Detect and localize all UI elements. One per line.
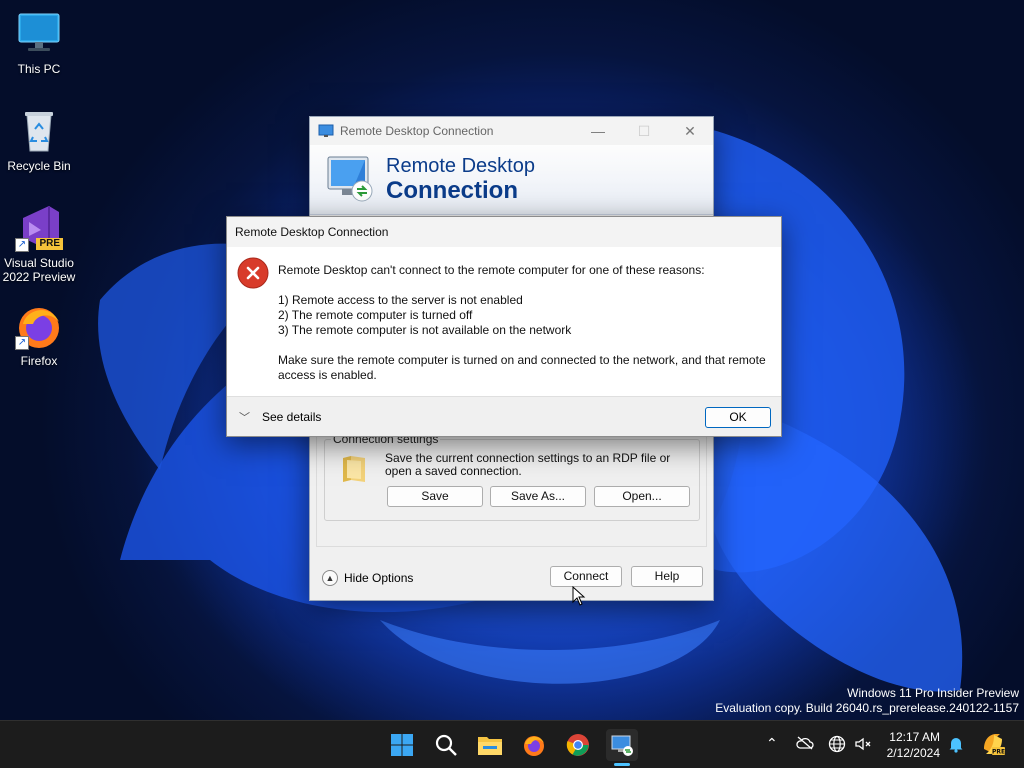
desktop-icon-firefox[interactable]: ↗ Firefox (1, 302, 77, 368)
desktop-icon-label: Visual Studio 2022 Preview (2, 256, 76, 284)
error-reason: 3) The remote computer is not available … (278, 323, 572, 337)
recycle-bin-icon (15, 107, 63, 155)
chevron-up-icon[interactable]: ⌃ (766, 735, 778, 752)
connect-button[interactable]: Connect (550, 566, 622, 587)
error-dialog-footer: ﹀ See details OK (227, 396, 781, 436)
clock-date: 2/12/2024 (886, 746, 940, 760)
desktop-icon-label: Recycle Bin (7, 159, 71, 173)
see-details-label: See details (262, 410, 322, 424)
chevron-up-icon: ▲ (322, 570, 338, 586)
watermark-line2: Evaluation copy. Build 26040.rs_prerelea… (715, 701, 1019, 715)
save-button[interactable]: Save (387, 486, 483, 507)
chrome-icon[interactable] (562, 729, 594, 761)
search-icon[interactable] (430, 729, 462, 761)
mouse-cursor-icon (572, 585, 586, 609)
error-reasons: 1) Remote access to the server is not en… (278, 293, 773, 338)
desktop-icon-this-pc[interactable]: This PC (1, 10, 77, 76)
save-as-button[interactable]: Save As... (490, 486, 586, 507)
error-dialog-title[interactable]: Remote Desktop Connection (227, 217, 781, 247)
monitor-icon (15, 10, 63, 58)
remote-desktop-icon[interactable] (606, 729, 638, 761)
connection-settings-group: Connection settings Save the current con… (324, 432, 700, 521)
error-dialog: Remote Desktop Connection Remote Desktop… (226, 216, 782, 437)
rdc-titlebar[interactable]: Remote Desktop Connection — ☐ ✕ (310, 117, 713, 145)
ok-button[interactable]: OK (705, 407, 771, 428)
remote-desktop-logo-icon (324, 153, 378, 207)
rdc-footer: ▲ Hide Options Connect Help (310, 556, 713, 600)
desktop-icon-visual-studio[interactable]: PRE ↗ Visual Studio 2022 Preview (1, 204, 77, 284)
open-button[interactable]: Open... (594, 486, 690, 507)
chevron-down-icon: ﹀ (239, 412, 250, 424)
help-button[interactable]: Help (631, 566, 703, 587)
maximize-button[interactable]: ☐ (621, 117, 667, 145)
rdc-banner-title-line2: Connection (386, 177, 518, 204)
active-app-indicator (614, 763, 630, 766)
copilot-preview-icon[interactable]: PRE (980, 731, 1006, 760)
taskbar: ⌃ 12:17 AM 2/12/2024 PRE (0, 720, 1024, 768)
svg-text:PRE: PRE (992, 749, 1005, 756)
watermark-line1: Windows 11 Pro Insider Preview (847, 686, 1019, 700)
see-details-toggle[interactable]: ﹀ See details (239, 409, 321, 425)
firefox-icon: ↗ (15, 302, 63, 350)
error-icon (237, 257, 269, 289)
onedrive-offline-icon[interactable] (796, 736, 814, 753)
folder-icon (339, 452, 371, 484)
desktop-icon-label: This PC (17, 62, 61, 76)
clock-time: 12:17 AM (889, 730, 940, 744)
rdc-banner: Remote Desktop Connection (310, 145, 713, 215)
hide-options-label: Hide Options (344, 571, 414, 585)
rdc-window-title: Remote Desktop Connection (340, 124, 494, 138)
volume-muted-icon[interactable] (854, 735, 872, 756)
rdc-app-icon (318, 124, 334, 138)
close-button[interactable]: ✕ (667, 117, 713, 145)
error-reason: 2) The remote computer is turned off (278, 308, 473, 322)
error-message: Remote Desktop can't connect to the remo… (278, 263, 773, 398)
rdc-banner-title-line1: Remote Desktop (386, 155, 535, 177)
connection-settings-description: Save the current connection settings to … (385, 451, 671, 478)
evaluation-watermark: Windows 11 Pro Insider Preview Evaluatio… (715, 686, 1019, 716)
system-clock[interactable]: 12:17 AM 2/12/2024 (887, 729, 940, 761)
error-reason: 1) Remote access to the server is not en… (278, 293, 523, 307)
hide-options-toggle[interactable]: ▲ Hide Options (322, 570, 413, 586)
error-advice: Make sure the remote computer is turned … (278, 353, 766, 382)
shortcut-arrow-icon: ↗ (15, 336, 29, 350)
shortcut-arrow-icon: ↗ (15, 238, 29, 252)
file-explorer-icon[interactable] (474, 729, 506, 761)
firefox-icon[interactable] (518, 729, 550, 761)
minimize-button[interactable]: — (575, 117, 621, 145)
network-globe-icon[interactable] (828, 735, 846, 756)
preview-badge: PRE (36, 238, 63, 250)
notification-bell-icon[interactable] (948, 735, 964, 756)
error-intro: Remote Desktop can't connect to the remo… (278, 263, 705, 277)
start-icon[interactable] (386, 729, 418, 761)
desktop-icon-recycle-bin[interactable]: Recycle Bin (1, 107, 77, 173)
rdc-options-panel: Connection settings Save the current con… (316, 431, 707, 547)
visual-studio-icon: PRE ↗ (15, 204, 63, 252)
desktop-icon-label: Firefox (20, 354, 58, 368)
